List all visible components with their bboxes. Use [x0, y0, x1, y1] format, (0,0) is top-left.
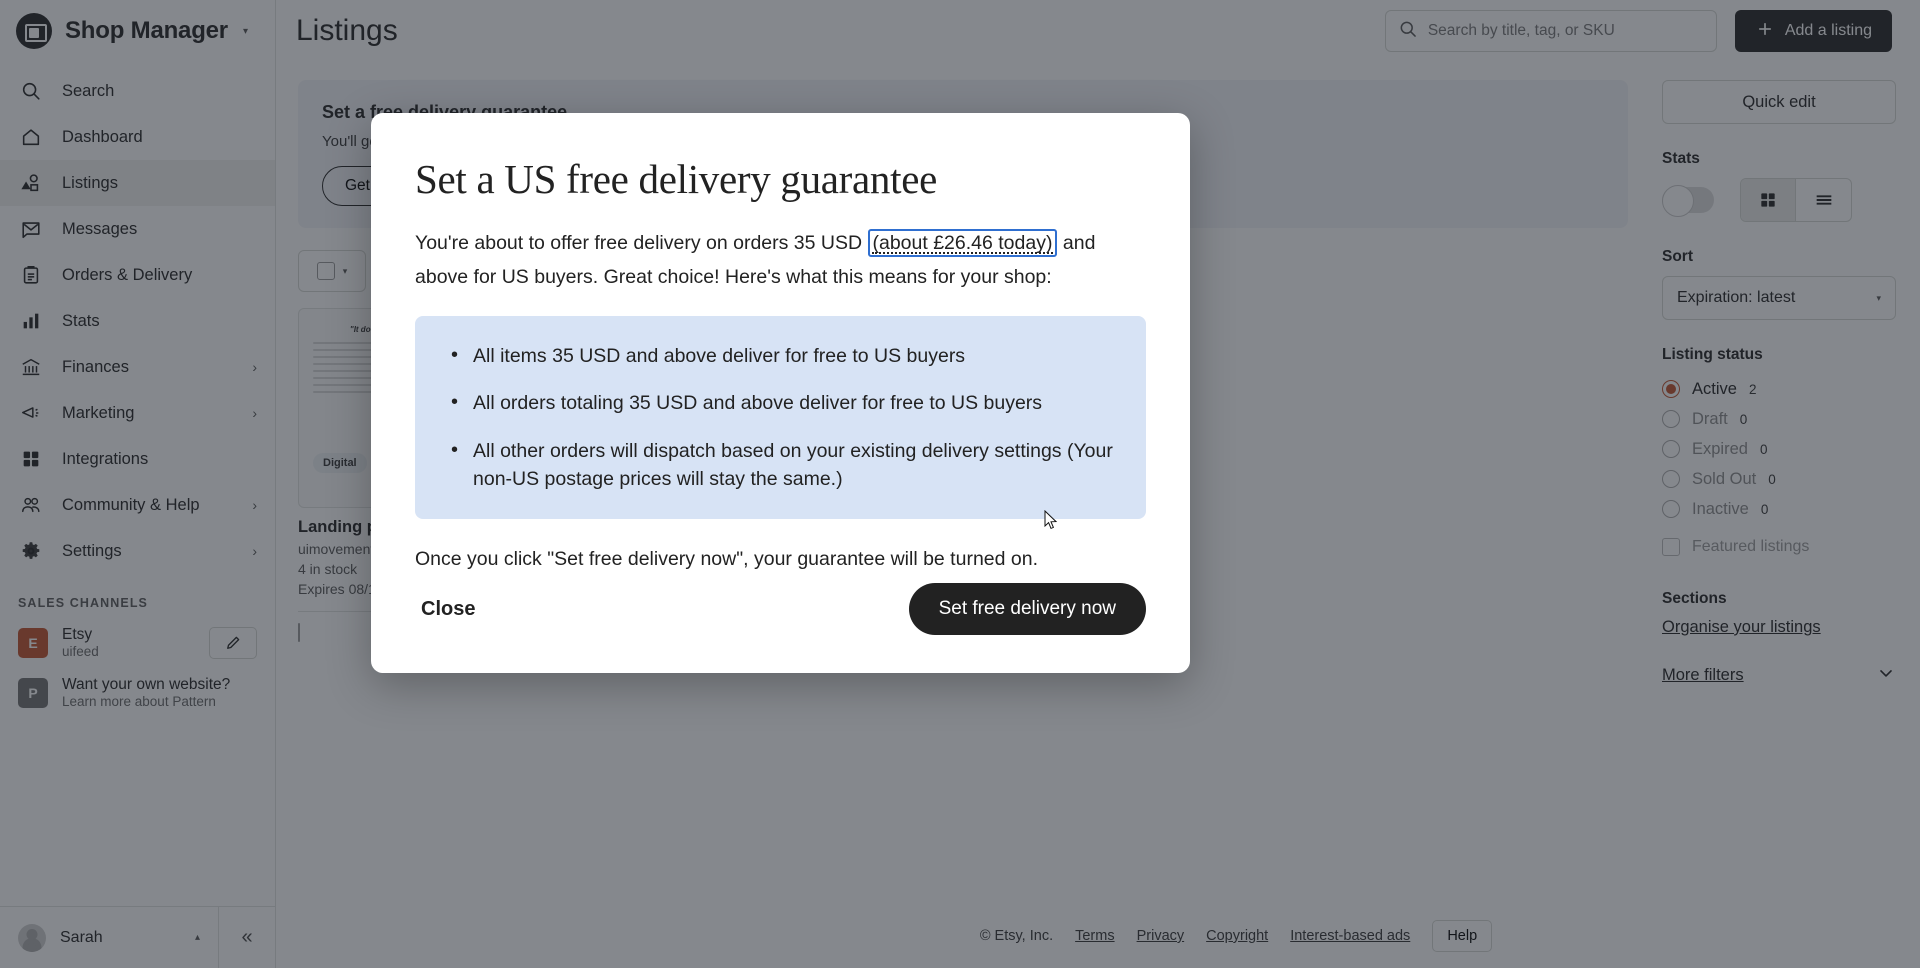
modal-info-box: All items 35 USD and above deliver for f…	[415, 316, 1146, 520]
mouse-cursor-icon	[1044, 510, 1058, 530]
free-delivery-modal: Set a US free delivery guarantee You're …	[371, 113, 1190, 673]
modal-intro-before: You're about to offer free delivery on o…	[415, 232, 868, 254]
modal-bullet-item: All other orders will dispatch based on …	[445, 436, 1116, 494]
close-button[interactable]: Close	[415, 588, 481, 631]
modal-bullet-list: All items 35 USD and above deliver for f…	[445, 341, 1116, 494]
modal-actions: Close Set free delivery now	[415, 583, 1146, 635]
modal-title: Set a US free delivery guarantee	[415, 156, 938, 202]
modal-closing-text: Once you click "Set free delivery now", …	[415, 548, 1039, 571]
modal-bullet-item: All items 35 USD and above deliver for f…	[445, 341, 1116, 370]
currency-conversion-highlight[interactable]: (about £26.46 today)	[867, 229, 1058, 257]
modal-bullet-item: All orders totaling 35 USD and above del…	[445, 388, 1116, 417]
set-free-delivery-now-button[interactable]: Set free delivery now	[908, 583, 1146, 635]
modal-intro: You're about to offer free delivery on o…	[415, 227, 1146, 294]
